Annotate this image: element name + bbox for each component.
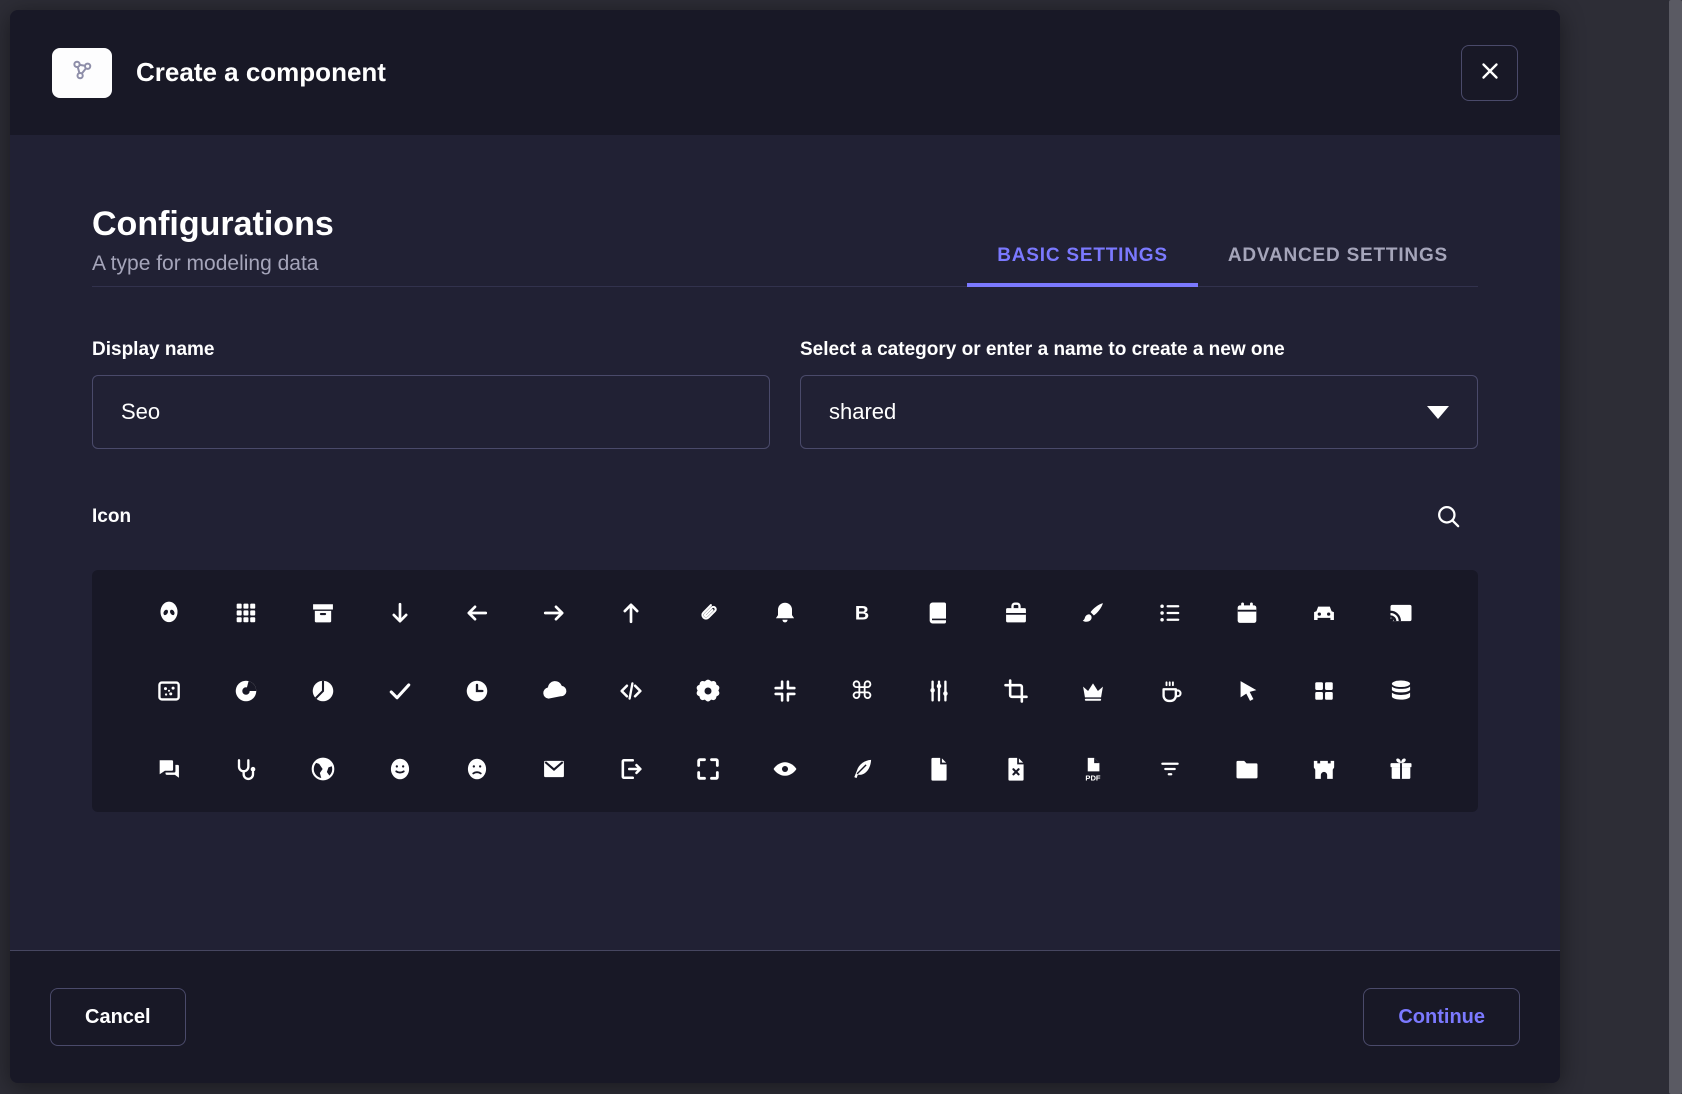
dashboard-icon[interactable] xyxy=(1307,674,1341,708)
feather-icon[interactable] xyxy=(845,752,879,786)
clock-icon[interactable] xyxy=(460,674,494,708)
check-icon[interactable] xyxy=(383,674,417,708)
category-field-group: Select a category or enter a name to cre… xyxy=(800,339,1478,449)
icon-section: Icon B ⌘ PDF xyxy=(92,499,1478,812)
intro-row: Configurations A type for modeling data … xyxy=(92,205,1478,287)
file-pdf-icon[interactable]: PDF xyxy=(1076,752,1110,786)
discuss-icon[interactable] xyxy=(152,752,186,786)
collapse-icon[interactable] xyxy=(768,674,802,708)
display-name-label: Display name xyxy=(92,339,770,361)
bold-icon[interactable]: B xyxy=(845,596,879,630)
database-icon[interactable] xyxy=(1384,674,1418,708)
calendar-icon[interactable] xyxy=(1230,596,1264,630)
apps-icon[interactable] xyxy=(229,596,263,630)
briefcase-icon[interactable] xyxy=(999,596,1033,630)
cancel-button[interactable]: Cancel xyxy=(50,988,186,1046)
bullet-list-icon[interactable] xyxy=(1153,596,1187,630)
file-error-icon[interactable] xyxy=(999,752,1033,786)
category-label: Select a category or enter a name to cre… xyxy=(800,339,1478,361)
chart-circle-icon[interactable] xyxy=(229,674,263,708)
icon-label: Icon xyxy=(92,506,131,528)
page-subtitle: A type for modeling data xyxy=(92,252,334,286)
alien-icon[interactable] xyxy=(152,596,186,630)
envelop-icon[interactable] xyxy=(537,752,571,786)
code-icon[interactable] xyxy=(614,674,648,708)
display-name-input[interactable] xyxy=(92,375,770,449)
archive-icon[interactable] xyxy=(306,596,340,630)
cog-icon[interactable] xyxy=(691,674,725,708)
tab-basic-settings[interactable]: BASIC SETTINGS xyxy=(967,229,1198,287)
chart-pie-icon[interactable] xyxy=(306,674,340,708)
svg-text:B: B xyxy=(855,603,869,625)
create-component-modal: Create a component Configurations A type… xyxy=(10,10,1560,1083)
svg-text:PDF: PDF xyxy=(1086,774,1102,783)
connector-icon[interactable] xyxy=(922,674,956,708)
attachment-icon[interactable] xyxy=(691,596,725,630)
filter-icon[interactable] xyxy=(1153,752,1187,786)
arrow-down-icon[interactable] xyxy=(383,596,417,630)
doctor-icon[interactable] xyxy=(229,752,263,786)
chevron-down-icon xyxy=(1427,406,1449,419)
car-icon[interactable] xyxy=(1307,596,1341,630)
crown-icon[interactable] xyxy=(1076,674,1110,708)
folder-icon[interactable] xyxy=(1230,752,1264,786)
intro-text: Configurations A type for modeling data xyxy=(92,205,334,286)
fort-icon[interactable] xyxy=(1307,752,1341,786)
svg-text:⌘: ⌘ xyxy=(850,677,875,705)
settings-tabs: BASIC SETTINGS ADVANCED SETTINGS xyxy=(967,229,1478,286)
arrow-left-icon[interactable] xyxy=(460,596,494,630)
close-button[interactable] xyxy=(1461,45,1518,101)
gift-icon[interactable] xyxy=(1384,752,1418,786)
form-row: Display name Select a category or enter … xyxy=(92,339,1478,449)
command-icon[interactable]: ⌘ xyxy=(845,674,879,708)
emotion-unhappy-icon[interactable] xyxy=(460,752,494,786)
cloud-icon[interactable] xyxy=(537,674,571,708)
bell-icon[interactable] xyxy=(768,596,802,630)
book-icon[interactable] xyxy=(922,596,956,630)
component-icon xyxy=(67,55,97,90)
eye-icon[interactable] xyxy=(768,752,802,786)
chart-bubble-icon[interactable] xyxy=(152,674,186,708)
display-name-field-group: Display name xyxy=(92,339,770,449)
crop-icon[interactable] xyxy=(999,674,1033,708)
search-icon xyxy=(1435,503,1462,530)
icon-search-button[interactable] xyxy=(1431,499,1466,534)
expand-icon[interactable] xyxy=(691,752,725,786)
continue-button[interactable]: Continue xyxy=(1363,988,1520,1046)
modal-header: Create a component xyxy=(10,10,1560,135)
category-select-value: shared xyxy=(829,399,896,425)
arrow-up-icon[interactable] xyxy=(614,596,648,630)
tab-advanced-settings[interactable]: ADVANCED SETTINGS xyxy=(1198,229,1478,287)
exit-icon[interactable] xyxy=(614,752,648,786)
icon-grid: B ⌘ PDF xyxy=(92,570,1478,812)
file-icon[interactable] xyxy=(922,752,956,786)
category-select[interactable]: shared xyxy=(800,375,1478,449)
close-icon xyxy=(1477,58,1503,87)
component-icon-tile xyxy=(52,48,112,98)
modal-body: Configurations A type for modeling data … xyxy=(10,135,1560,950)
modal-title: Create a component xyxy=(136,57,1461,88)
brush-icon[interactable] xyxy=(1076,596,1110,630)
cursor-icon[interactable] xyxy=(1230,674,1264,708)
icon-section-header: Icon xyxy=(92,499,1478,534)
cast-icon[interactable] xyxy=(1384,596,1418,630)
page-scrollbar[interactable] xyxy=(1669,0,1682,1094)
arrow-right-icon[interactable] xyxy=(537,596,571,630)
earth-icon[interactable] xyxy=(306,752,340,786)
emotion-happy-icon[interactable] xyxy=(383,752,417,786)
page-title: Configurations xyxy=(92,205,334,244)
cup-icon[interactable] xyxy=(1153,674,1187,708)
screen-backdrop: Create a component Configurations A type… xyxy=(0,0,1682,1094)
modal-footer: Cancel Continue xyxy=(10,950,1560,1083)
